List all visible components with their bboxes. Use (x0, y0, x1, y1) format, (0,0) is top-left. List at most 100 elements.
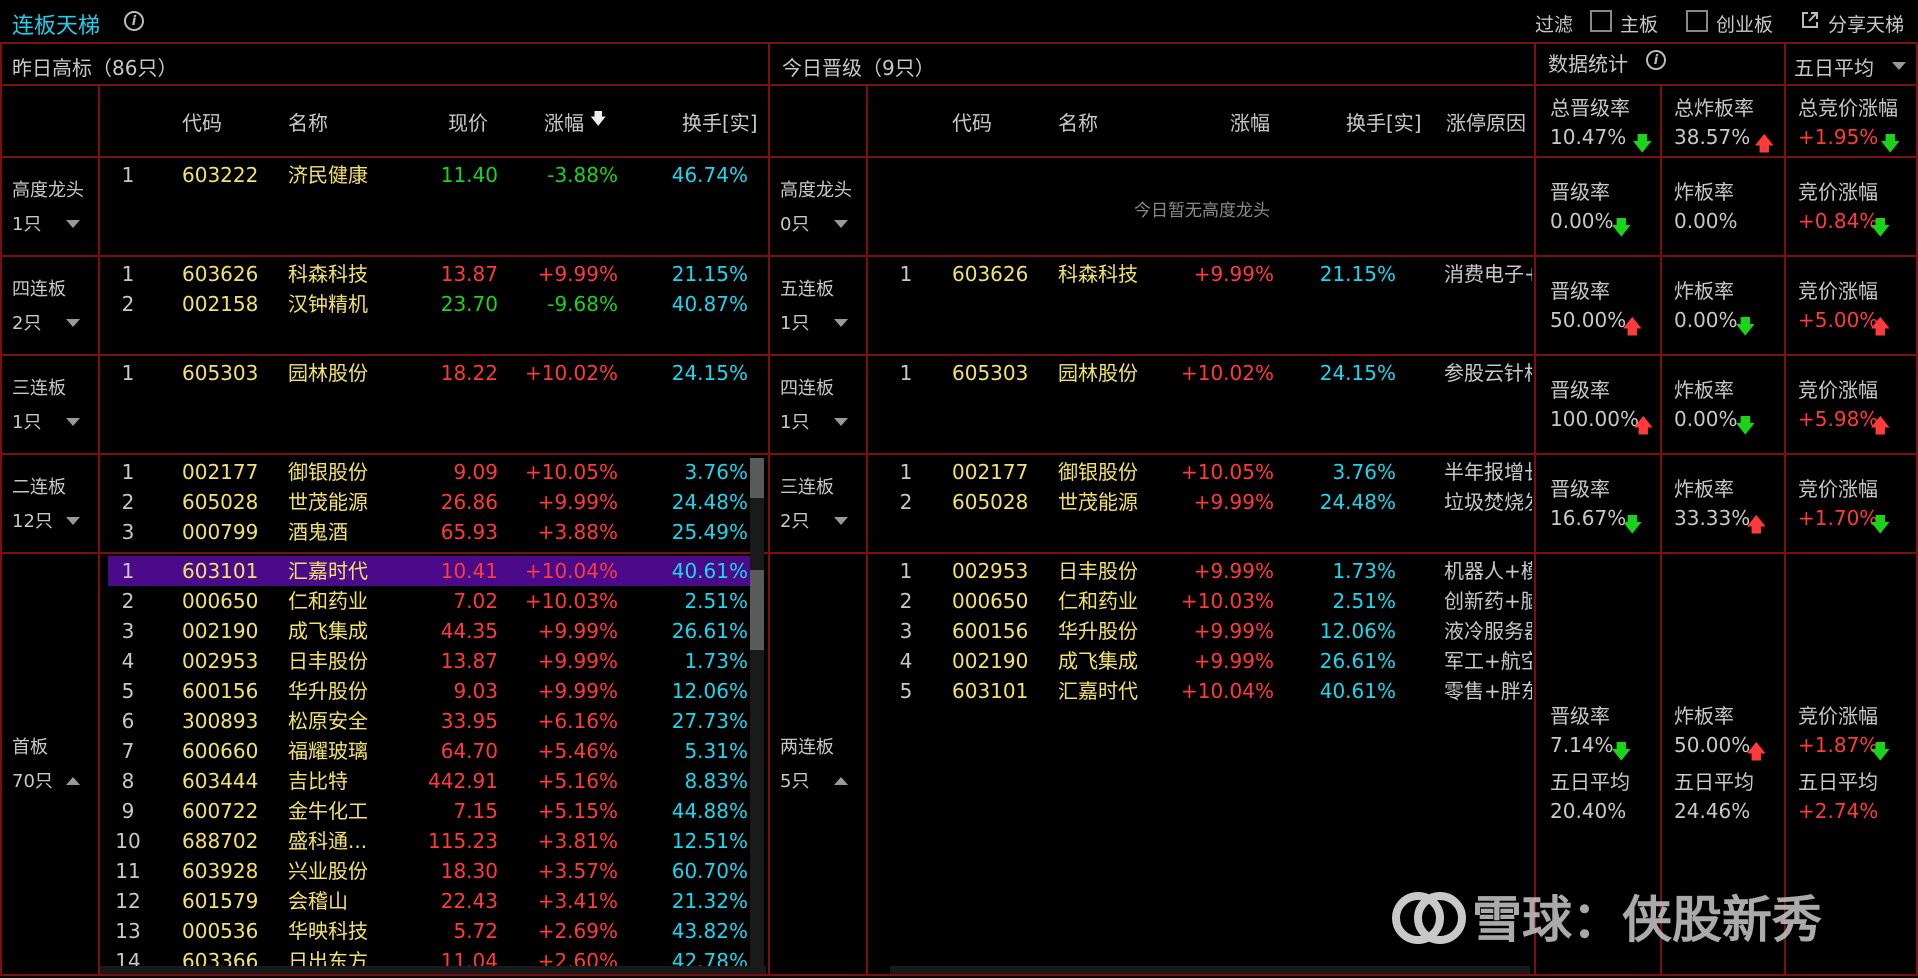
table-row[interactable]: 4 002953 日丰股份 13.87 +9.99% 1.73% (108, 646, 764, 676)
table-row[interactable]: 1 605303 园林股份 +10.02% 24.15% 参股云针杆 (876, 358, 1532, 388)
left-header-code[interactable]: 代码 (182, 107, 222, 136)
mid-header-reason[interactable]: 涨停原因 (1446, 107, 1526, 136)
expand-icon[interactable] (834, 417, 848, 426)
row-index: 8 (121, 769, 135, 793)
gem-board-checkbox[interactable] (1686, 10, 1708, 32)
table-row[interactable]: 1 605303 园林股份 18.22 +10.02% 24.15% (108, 358, 764, 388)
left-header-change[interactable]: 涨幅 (544, 107, 584, 136)
table-row[interactable]: 1 603626 科森科技 13.87 +9.99% 21.15% (108, 259, 764, 289)
table-row[interactable]: 11 603928 兴业股份 18.30 +3.57% 60.70% (108, 856, 764, 886)
expand-icon[interactable] (834, 318, 848, 327)
table-row[interactable]: 10 688702 盛科通... 115.23 +3.81% 12.51% (108, 826, 764, 856)
left-scrollbar-thumb[interactable] (750, 570, 764, 650)
table-row[interactable]: 2 605028 世茂能源 +9.99% 24.48% 垃圾焚烧发 (876, 487, 1532, 517)
limit-reason: 垃圾焚烧发 (1444, 490, 1532, 514)
arrow-down-icon: 🡇 (1611, 215, 1632, 239)
collapse-icon[interactable] (66, 777, 80, 785)
stock-code: 000650 (952, 589, 1029, 613)
row-index: 1 (121, 460, 135, 484)
mid-header-code[interactable]: 代码 (952, 107, 992, 136)
table-row[interactable]: 2 605028 世茂能源 26.86 +9.99% 24.48% (108, 487, 764, 517)
table-row[interactable]: 1 603626 科森科技 +9.99% 21.15% 消费电子+ (876, 259, 1532, 289)
table-row[interactable]: 4 002190 成飞集成 +9.99% 26.61% 军工+航空 (876, 646, 1532, 676)
table-row[interactable]: 12 601579 会稽山 22.43 +3.41% 21.32% (108, 886, 764, 916)
gem-board-label[interactable]: 创业板 (1716, 10, 1773, 37)
arrow-down-icon: 🡇 (1870, 215, 1891, 239)
table-row[interactable]: 1 603101 汇嘉时代 10.41 +10.04% 40.61% (108, 556, 764, 586)
stat-label: 晋级率 (1550, 180, 1610, 204)
app-title: 连板天梯 (12, 14, 101, 39)
share-ladder-button[interactable]: 分享天梯 (1828, 10, 1904, 37)
mid-header-turnover[interactable]: 换手[实] (1346, 107, 1422, 136)
stock-change: +10.04% (1180, 679, 1274, 703)
row-index: 11 (115, 859, 141, 883)
left-header-name[interactable]: 名称 (288, 107, 328, 136)
table-row[interactable]: 3 000799 酒鬼酒 65.93 +3.88% 25.49% (108, 517, 764, 547)
left-panel-title: 昨日高标（86只） (12, 56, 178, 80)
stock-change: +2.69% (537, 919, 618, 943)
stock-code: 600156 (182, 679, 259, 703)
limit-reason: 创新药+脑 (1444, 589, 1532, 613)
table-row[interactable]: 13 000536 华映科技 5.72 +2.69% 43.82% (108, 916, 764, 946)
left-header-turnover[interactable]: 换手[实] (682, 107, 758, 136)
row-index: 2 (121, 589, 135, 613)
stock-turnover: 24.15% (671, 361, 748, 385)
stock-name: 科森科技 (1058, 262, 1138, 286)
horizontal-scrollbar-mid[interactable] (890, 966, 1530, 974)
table-row[interactable]: 7 600660 福耀玻璃 64.70 +5.46% 5.31% (108, 736, 764, 766)
chevron-down-icon[interactable] (1892, 62, 1906, 70)
expand-icon[interactable] (66, 417, 80, 426)
table-row[interactable]: 1 002177 御银股份 9.09 +10.05% 3.76% (108, 457, 764, 487)
expand-icon[interactable] (66, 516, 80, 525)
main-board-checkbox[interactable] (1590, 10, 1612, 32)
table-row[interactable]: 2 002158 汉钟精机 23.70 -9.68% 40.87% (108, 289, 764, 319)
table-row[interactable]: 2 000650 仁和药业 +10.03% 2.51% 创新药+脑 (876, 586, 1532, 616)
left-scrollbar-thumb-top[interactable] (750, 458, 764, 498)
table-row[interactable]: 2 000650 仁和药业 7.02 +10.03% 2.51% (108, 586, 764, 616)
main-board-label[interactable]: 主板 (1620, 10, 1658, 37)
table-row[interactable]: 5 603101 汇嘉时代 +10.04% 40.61% 零售+胖东 (876, 676, 1532, 706)
expand-icon[interactable] (66, 219, 80, 228)
stat-value: 33.33% (1674, 506, 1751, 530)
stock-code: 601579 (182, 889, 259, 913)
filter-label: 过滤 (1535, 14, 1574, 36)
mid-header-name[interactable]: 名称 (1058, 107, 1098, 136)
left-header-price[interactable]: 现价 (448, 107, 488, 136)
collapse-icon[interactable] (834, 777, 848, 785)
table-row[interactable]: 1 002177 御银股份 +10.05% 3.76% 半年报增长 (876, 457, 1532, 487)
stock-change: +3.57% (537, 859, 618, 883)
period-select[interactable]: 五日平均 (1794, 52, 1874, 81)
table-row[interactable]: 3 002190 成飞集成 44.35 +9.99% 26.61% (108, 616, 764, 646)
expand-icon[interactable] (66, 318, 80, 327)
table-row[interactable]: 3 600156 华升股份 +9.99% 12.06% 液冷服务器 (876, 616, 1532, 646)
stock-price: 442.91 (428, 769, 498, 793)
table-row[interactable]: 6 300893 松原安全 33.95 +6.16% 27.73% (108, 706, 764, 736)
table-row[interactable]: 8 603444 吉比特 442.91 +5.16% 8.83% (108, 766, 764, 796)
table-row[interactable]: 1 603222 济民健康 11.40 -3.88% 46.74% (108, 160, 764, 190)
table-row[interactable]: 5 600156 华升股份 9.03 +9.99% 12.06% (108, 676, 764, 706)
stock-code: 002177 (952, 460, 1029, 484)
stock-name: 仁和药业 (1058, 589, 1138, 613)
stock-price: 13.87 (440, 649, 498, 673)
table-row[interactable]: 9 600722 金牛化工 7.15 +5.15% 44.88% (108, 796, 764, 826)
expand-icon[interactable] (834, 516, 848, 525)
left-scrollbar[interactable] (750, 458, 764, 972)
stock-code: 000536 (182, 919, 259, 943)
stock-code: 605028 (952, 490, 1029, 514)
stock-change: +5.15% (537, 799, 618, 823)
share-icon[interactable] (1800, 10, 1820, 30)
stock-name: 御银股份 (288, 460, 368, 484)
limit-reason: 半年报增长 (1444, 460, 1532, 484)
sort-down-icon[interactable]: 🡇 (590, 108, 606, 135)
stock-name: 汇嘉时代 (1058, 679, 1138, 703)
horizontal-scrollbar[interactable] (100, 966, 766, 974)
stat-value: 50.00% (1674, 733, 1751, 757)
table-row[interactable]: 1 002953 日丰股份 +9.99% 1.73% 机器人+模 (876, 556, 1532, 586)
expand-icon[interactable] (834, 219, 848, 228)
stats-info-icon[interactable]: i (1646, 50, 1666, 70)
mid-header-change[interactable]: 涨幅 (1230, 107, 1270, 136)
row-index: 1 (899, 460, 913, 484)
stock-name: 盛科通... (288, 829, 368, 853)
group-count: 12只 (12, 510, 53, 532)
info-icon[interactable]: i (124, 11, 144, 31)
